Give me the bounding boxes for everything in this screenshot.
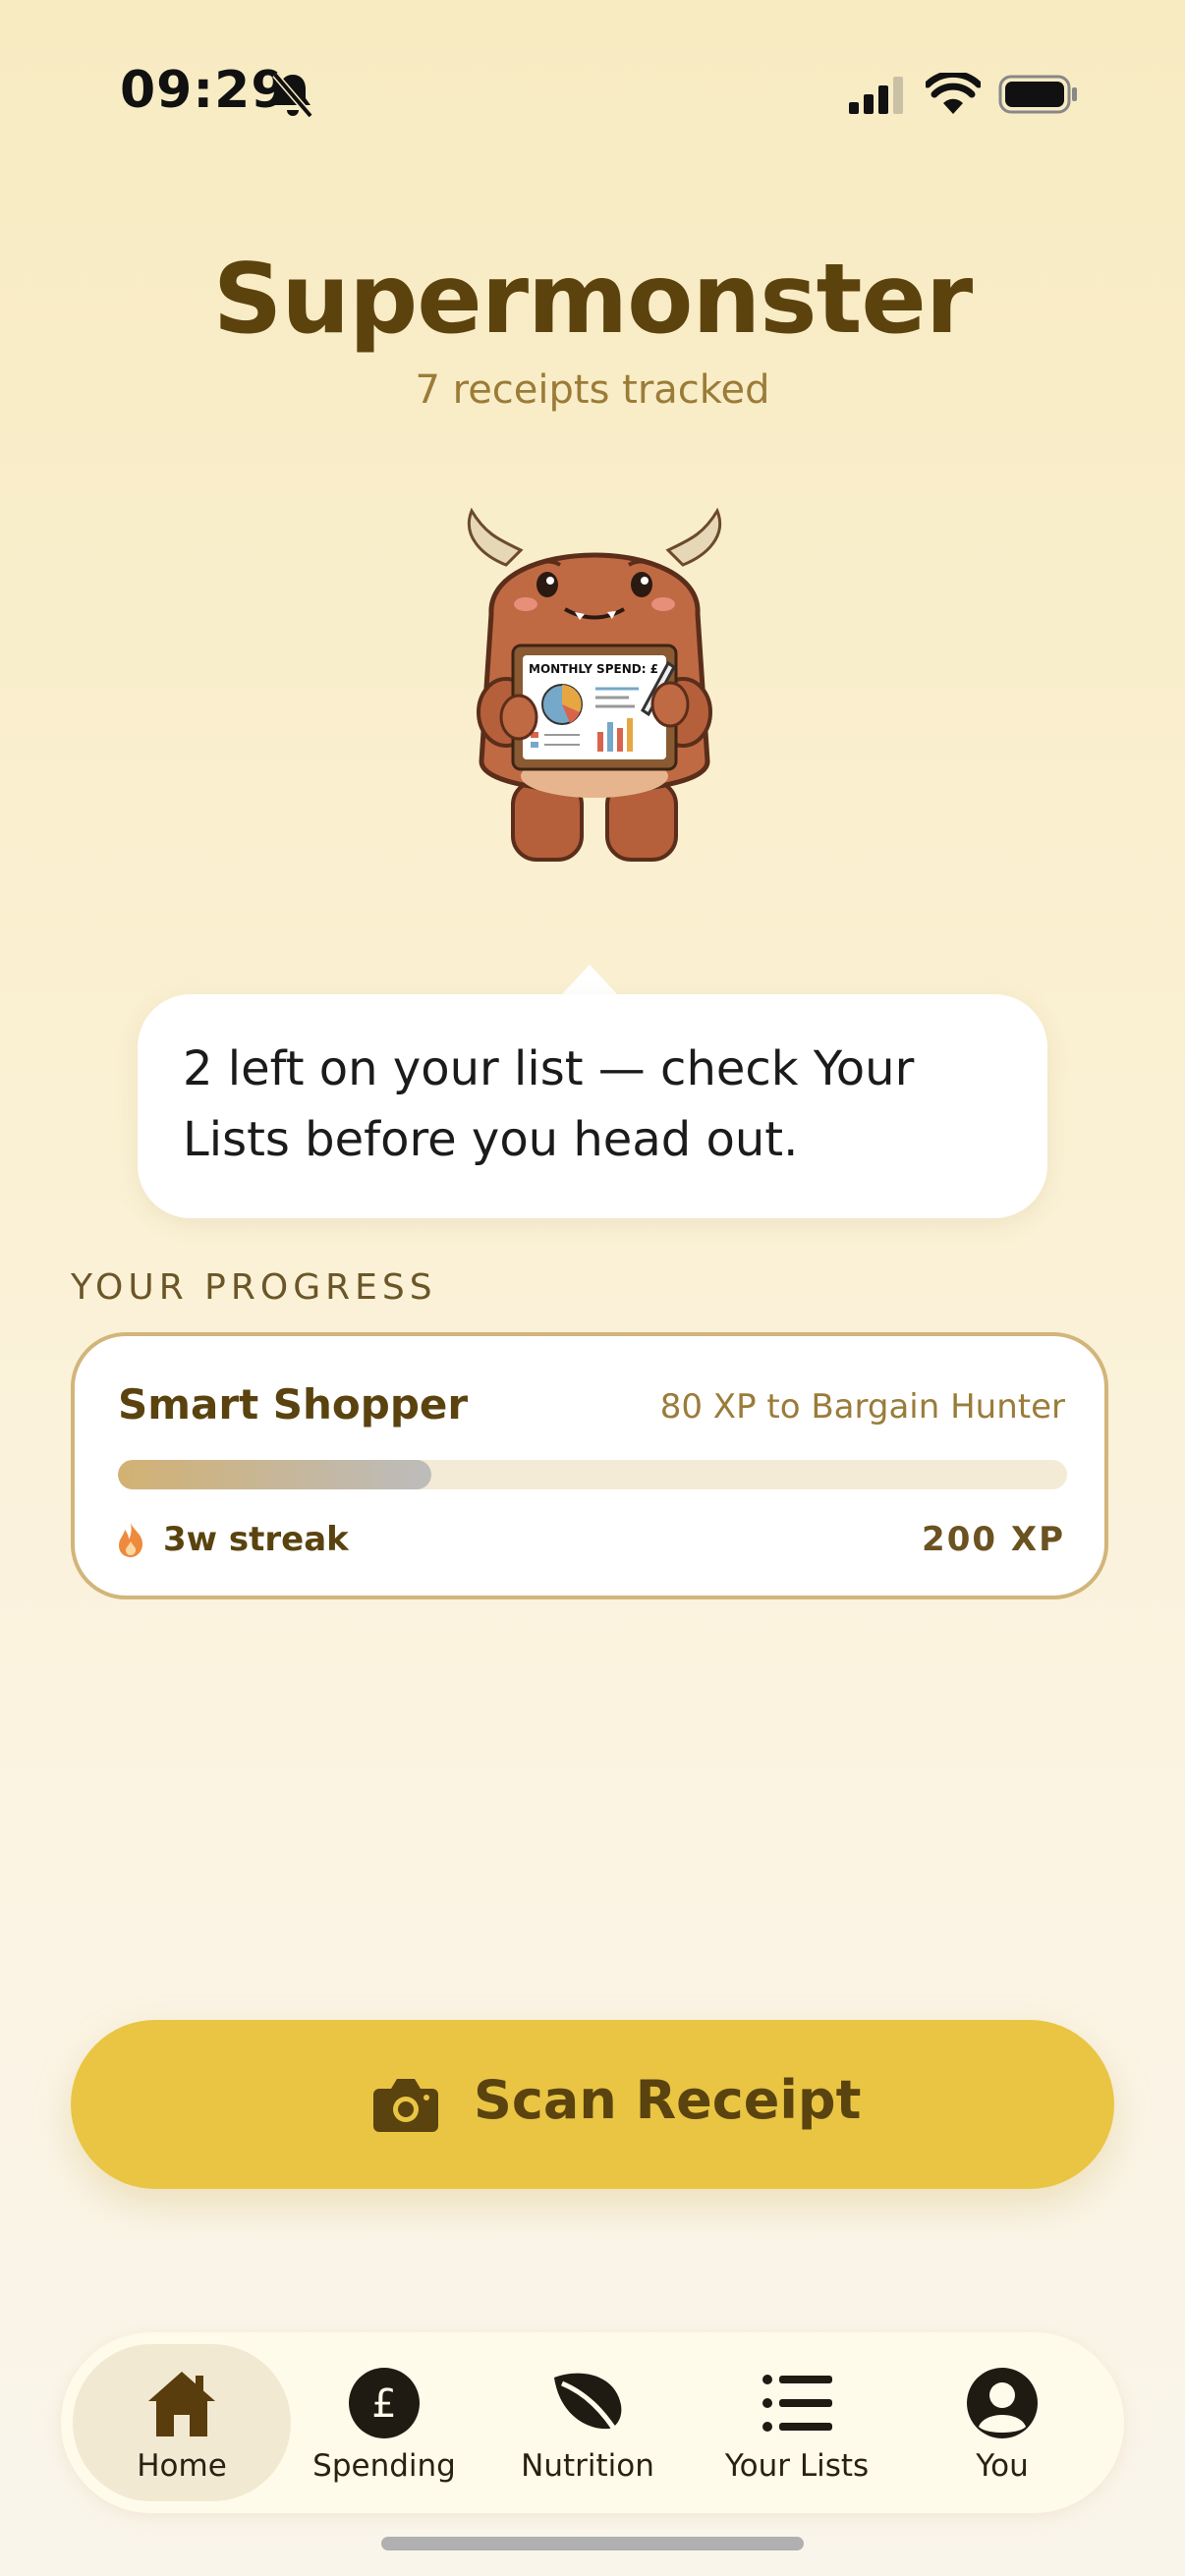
speech-bubble-tail [560,965,619,996]
battery-icon [998,75,1077,114]
streak-label: 3w streak [163,1520,349,1559]
nav-label-nutrition: Nutrition [521,2448,654,2484]
home-icon [148,2372,215,2436]
receipts-count: 7 receipts tracked [415,367,770,413]
user-icon [967,2368,1038,2438]
nav-label-you: You [976,2448,1029,2484]
xp-progress-fill [118,1460,431,1489]
camera-icon [373,2079,438,2132]
status-time: 09:29 [120,61,288,120]
level-name: Smart Shopper [118,1380,469,1428]
nav-home[interactable]: Home [84,2344,280,2501]
nav-label-spending: Spending [312,2448,456,2484]
progress-heading: YOUR PROGRESS [71,1267,437,1308]
home-indicator [381,2537,804,2550]
flame-icon [119,1523,143,1557]
speech-bubble-text: 2 left on your list — check Your Lists b… [183,1041,915,1167]
list-icon [762,2375,832,2432]
nav-you[interactable]: You [904,2344,1100,2501]
xp-progress-bar [118,1460,1067,1489]
nav-label-your-lists: Your Lists [724,2448,870,2484]
xp-total: 200 XP [922,1520,1065,1559]
bell-off-icon [272,72,313,119]
nav-nutrition[interactable]: Nutrition [489,2344,686,2501]
svg-text:£: £ [371,2381,396,2427]
scan-receipt-label: Scan Receipt [474,2069,862,2131]
nav-label-home: Home [137,2448,227,2484]
wifi-icon [926,73,981,114]
pound-icon: £ [349,2368,420,2438]
next-level-info: 80 XP to Bargain Hunter [659,1387,1065,1427]
monster-mascot: MONTHLY SPEND: £ [467,507,722,862]
signal-icon [849,77,903,114]
mascot-board-text: MONTHLY SPEND: £ [529,662,658,676]
nav-spending[interactable]: £ Spending [286,2344,482,2501]
app-title: Supermonster [212,244,973,356]
nav-your-lists[interactable]: Your Lists [699,2344,895,2501]
leaf-icon [554,2373,622,2438]
